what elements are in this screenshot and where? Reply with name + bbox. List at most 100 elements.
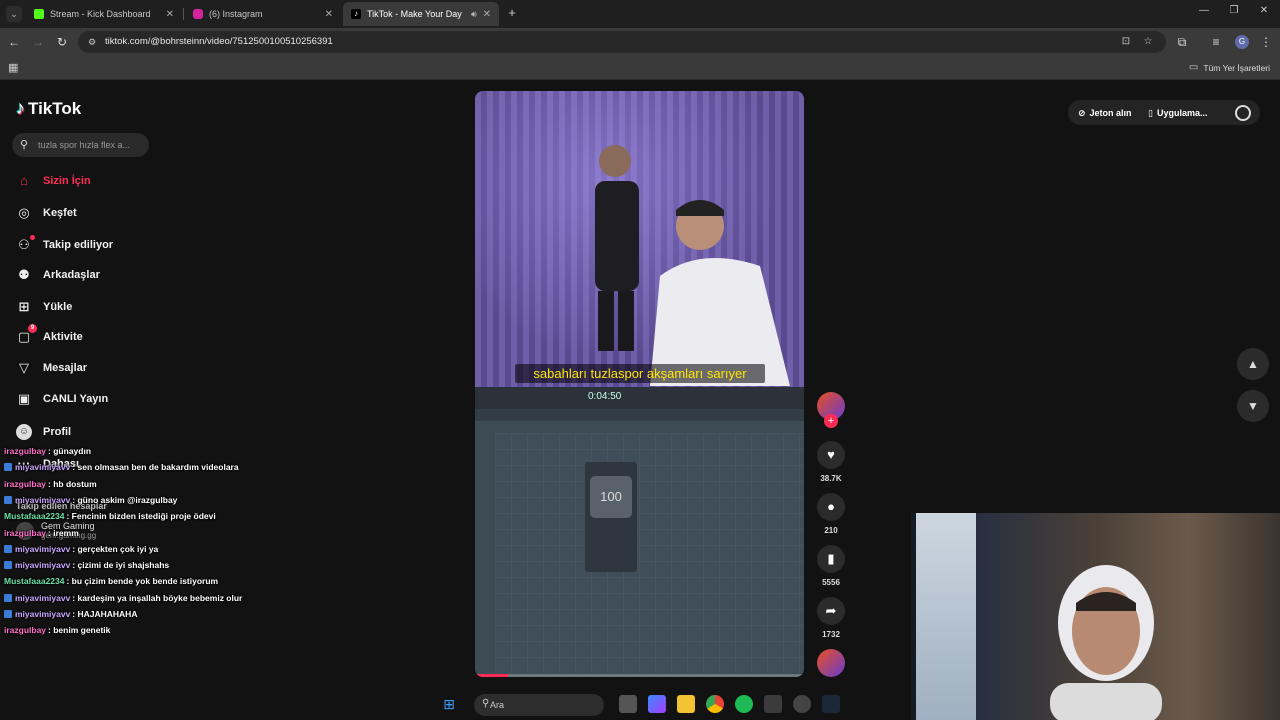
all-bookmarks-label: Tüm Yer İşaretleri: [1203, 62, 1270, 73]
chat-message: Mustafaaa2234: bu çizim bende yok bende …: [4, 576, 218, 586]
tab-title: Stream - Kick Dashboard: [50, 9, 151, 19]
heart-icon[interactable]: ♥: [817, 441, 845, 469]
chat-message: irazgulbay: hb dostum: [4, 479, 97, 489]
copilot-icon[interactable]: [648, 695, 666, 713]
platform-badge-icon: [4, 463, 12, 472]
share-action[interactable]: ➦ 1732: [817, 597, 845, 639]
tab-strip: ⌄ Stream - Kick Dashboard ✕ (6) Instagra…: [0, 0, 1280, 28]
forward-icon[interactable]: →: [30, 34, 46, 50]
video-player[interactable]: sabahları tuzlaspor akşamları sarıyer 0:…: [475, 91, 804, 677]
chrome-icon[interactable]: [706, 695, 724, 713]
search-input[interactable]: ⚲ tuzla spor hızla flex a...: [12, 133, 149, 157]
tiktok-logo[interactable]: ♪ TikTok: [16, 98, 81, 119]
spotify-icon[interactable]: [735, 695, 753, 713]
file-explorer-icon[interactable]: [677, 695, 695, 713]
instagram-favicon-icon: [193, 9, 203, 19]
site-info-icon[interactable]: ⚙: [86, 36, 98, 48]
follow-plus-icon[interactable]: +: [824, 414, 838, 428]
nav-messages[interactable]: ▽ Mesajlar: [16, 360, 87, 376]
nav-explore[interactable]: ◎ Keşfet: [16, 205, 76, 221]
music-disc-icon[interactable]: [817, 649, 845, 677]
browser-menu-icon[interactable]: ⋮: [1258, 34, 1274, 50]
chat-message: miyavimiyavv: kardeşim ya inşallah böyke…: [4, 593, 242, 603]
store-icon[interactable]: [764, 695, 782, 713]
get-coins-button[interactable]: ⊘ Jeton alın: [1078, 102, 1132, 124]
reading-list-icon[interactable]: ≡: [1208, 34, 1224, 50]
close-tab-icon[interactable]: ✕: [483, 9, 491, 20]
windows-start-icon[interactable]: ⊞: [440, 695, 458, 713]
search-icon: ⚲: [482, 698, 490, 709]
nav-profile[interactable]: ☺ Profil: [16, 424, 71, 440]
close-tab-icon[interactable]: ✕: [325, 9, 333, 20]
steam-icon[interactable]: [822, 695, 840, 713]
nav-following[interactable]: ⚇ Takip ediliyor: [16, 235, 113, 253]
chat-message: miyavimiyavv: güno askim @irazgulbay: [4, 495, 177, 505]
chat-username: miyavimiyavv: [15, 609, 71, 619]
nav-label: Sizin İçin: [43, 175, 91, 187]
tempo-value: 100: [590, 476, 632, 518]
nav-label: Mesajlar: [43, 362, 88, 374]
chat-username: miyavimiyavv: [15, 494, 71, 505]
nav-activity[interactable]: ▢ 9 Aktivite: [16, 324, 83, 345]
live-icon: ▣: [17, 391, 31, 406]
bookmark-icon[interactable]: ▮: [817, 545, 845, 573]
share-icon[interactable]: ➦: [817, 597, 845, 625]
video-progress-fill: [475, 674, 508, 677]
taskbar-search[interactable]: ⚲ Ara: [474, 694, 604, 716]
back-icon[interactable]: ←: [6, 34, 22, 50]
daw-toolbar: 0:04:50: [475, 387, 804, 409]
comment-icon[interactable]: ●: [817, 493, 845, 521]
bookmark-star-icon[interactable]: ☆: [1142, 36, 1154, 48]
chat-username: miyavimiyavv: [15, 560, 71, 571]
task-view-icon[interactable]: [619, 695, 637, 713]
like-count: 38.7K: [820, 474, 842, 483]
chat-text: : çizimi de iyi shajshahs: [72, 560, 170, 571]
tab-title: TikTok - Make Your Day: [367, 9, 462, 19]
minimize-icon[interactable]: —: [1197, 5, 1211, 16]
next-video-button[interactable]: ▼: [1237, 390, 1269, 422]
chat-message: miyavimiyavv: sen olmasan ben de bakardı…: [4, 462, 239, 472]
get-app-button[interactable]: ▯ Uygulama...: [1148, 102, 1207, 124]
studio-scene: sabahları tuzlaspor akşamları sarıyer: [475, 91, 804, 387]
close-tab-icon[interactable]: ✕: [166, 9, 174, 20]
browser-profile-avatar[interactable]: G: [1235, 35, 1249, 49]
all-bookmarks-button[interactable]: ▭ Tüm Yer İşaretleri: [1189, 62, 1270, 73]
reload-icon[interactable]: ↻: [54, 34, 70, 50]
like-action[interactable]: ♥ 38.7K: [817, 441, 845, 483]
chat-username: irazgulbay: [4, 478, 47, 489]
apps-grid-icon[interactable]: ▦: [8, 61, 18, 74]
tab-tiktok[interactable]: ♪ TikTok - Make Your Day 🔊︎ ✕: [343, 2, 499, 26]
tiktok-favicon-icon: ♪: [351, 9, 361, 19]
new-tab-button[interactable]: +: [505, 5, 519, 20]
comment-action[interactable]: ● 210: [817, 493, 845, 535]
platform-badge-icon: [4, 495, 12, 504]
tab-instagram[interactable]: (6) Instagram ✕: [185, 2, 341, 26]
save-action[interactable]: ▮ 5556: [817, 545, 845, 587]
notification-dot: [30, 235, 35, 240]
nav-friends[interactable]: ⚉ Arkadaşlar: [16, 267, 100, 283]
nav-label: CANLI Yayın: [43, 393, 109, 405]
previous-video-button[interactable]: ▲: [1237, 348, 1269, 380]
extensions-icon[interactable]: ⧉: [1174, 34, 1190, 50]
bookmarks-bar: ▦ ▭ Tüm Yer İşaretleri: [0, 56, 1280, 80]
audio-playing-icon[interactable]: 🔊︎: [471, 9, 477, 20]
discord-icon[interactable]: [793, 695, 811, 713]
nav-live[interactable]: ▣ CANLI Yayın: [16, 391, 108, 407]
nav-upload[interactable]: ⊞ Yükle: [16, 299, 73, 315]
platform-badge-icon: [4, 544, 12, 553]
address-bar[interactable]: ⚙ tiktok.com/@bohrsteinn/video/751250010…: [78, 31, 1166, 53]
nav-for-you[interactable]: ⌂ Sizin İçin: [16, 173, 91, 189]
video-progress-bar[interactable]: [475, 674, 804, 677]
install-app-icon[interactable]: ⊡: [1120, 36, 1132, 48]
search-placeholder: tuzla spor hızla flex a...: [38, 140, 131, 150]
close-window-icon[interactable]: ✕: [1257, 5, 1271, 16]
streamer-figure: [1050, 565, 1162, 720]
url-text[interactable]: tiktok.com/@bohrsteinn/video/75125001005…: [105, 36, 333, 47]
friends-icon: ⚉: [18, 267, 30, 282]
tab-search-icon[interactable]: ⌄: [6, 6, 22, 22]
chat-username: miyavimiyavv: [15, 592, 71, 603]
tab-kick[interactable]: Stream - Kick Dashboard ✕: [26, 2, 182, 26]
restore-icon[interactable]: ❐: [1227, 5, 1241, 16]
profile-avatar-icon[interactable]: [1235, 105, 1251, 121]
platform-badge-icon: [4, 561, 12, 570]
